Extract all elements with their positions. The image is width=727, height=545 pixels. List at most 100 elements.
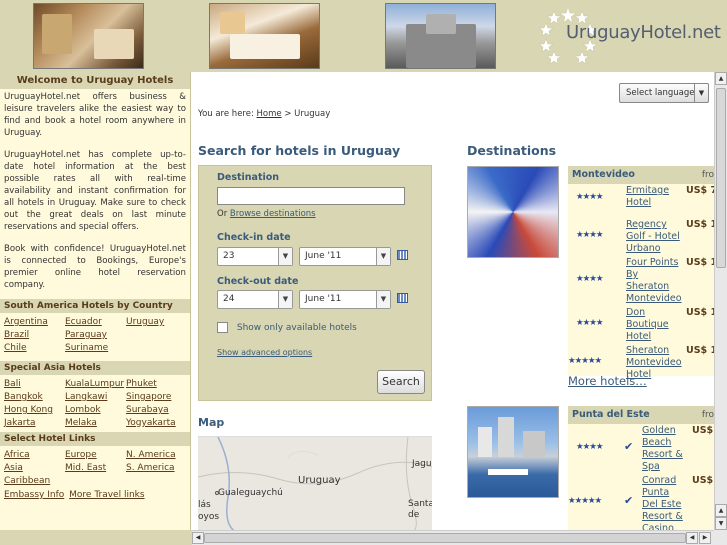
only-available-checkbox[interactable]: [217, 322, 228, 333]
country-link[interactable]: Argentina: [4, 316, 65, 328]
scrollbar-corner: [714, 530, 727, 545]
asia-link[interactable]: Surabaya: [126, 404, 187, 416]
asia-link[interactable]: Jakarta: [4, 417, 65, 429]
scroll-up-icon[interactable]: ▲: [715, 504, 727, 517]
hotel-price: US$: [692, 425, 714, 436]
region-link[interactable]: [126, 475, 187, 487]
scroll-down-icon[interactable]: ▼: [715, 517, 727, 530]
checkin-month-select[interactable]: June '11 ▼: [299, 247, 391, 266]
star-rating: ★★★★: [576, 274, 604, 284]
chevron-down-icon: ▼: [278, 291, 292, 308]
region-link[interactable]: Asia: [4, 462, 65, 474]
country-link[interactable]: [126, 342, 187, 354]
checkin-label: Check-in date: [217, 232, 291, 243]
site-logo[interactable]: UruguayHotel.net: [538, 5, 724, 65]
hotel-search-form: Destination Or Browse destinations Check…: [198, 165, 432, 401]
more-hotels-link[interactable]: More hotels…: [568, 374, 647, 388]
browse-destinations-link[interactable]: Browse destinations: [230, 209, 316, 219]
checkin-month-value: June '11: [305, 251, 342, 261]
asia-link[interactable]: Lombok: [65, 404, 126, 416]
destination-panel-punta-del-este: Punta del Este fro ★★★★ ✔ Golden Beach R…: [568, 406, 714, 530]
country-link[interactable]: Uruguay: [126, 316, 187, 328]
map-label-uruguay: Uruguay: [298, 475, 341, 486]
asia-link[interactable]: Phuket: [126, 378, 187, 390]
hotel-name-link[interactable]: Ermitage Hotel: [626, 185, 684, 209]
hotel-row: ★★★★ Don Boutique Hotel US$ 13: [568, 306, 714, 344]
punta-del-este-photo[interactable]: [467, 406, 559, 498]
region-link[interactable]: Europe: [65, 449, 126, 461]
montevideo-photo[interactable]: [467, 166, 559, 258]
hotel-price: US$ 7: [686, 185, 714, 196]
hotel-row: ★★★★ ✔ Golden Beach Resort & Spa US$: [568, 424, 714, 474]
hotel-price: US$ 12: [686, 219, 714, 230]
header-photo-bedroom: [209, 3, 320, 69]
scroll-up-icon[interactable]: ▲: [715, 72, 727, 85]
checkout-month-value: June '11: [305, 294, 342, 304]
hotel-name-link[interactable]: Golden Beach Resort & Spa: [642, 425, 686, 473]
embassy-info-link[interactable]: Embassy Info: [4, 490, 64, 500]
horizontal-scrollbar[interactable]: ◀ ◀ ▶: [192, 530, 714, 545]
asia-link[interactable]: Bali: [4, 378, 65, 390]
breadcrumb: You are here: Home > Uruguay: [198, 109, 330, 119]
calendar-icon[interactable]: [397, 293, 408, 303]
destination-name[interactable]: Montevideo: [572, 169, 635, 180]
hotel-name-link[interactable]: Conrad Punta Del Este Resort & Casino: [642, 475, 686, 530]
hotel-name-link[interactable]: Four Points By Sheraton Montevideo: [626, 257, 684, 305]
asia-link[interactable]: Hong Kong: [4, 404, 65, 416]
destination-header: Punta del Este fro: [568, 406, 714, 424]
asia-link[interactable]: Yogyakarta: [126, 417, 187, 429]
hotel-row: ★★★★★ ✔ Conrad Punta Del Este Resort & C…: [568, 474, 714, 530]
region-link[interactable]: Africa: [4, 449, 65, 461]
language-select[interactable]: Select language ▼: [619, 83, 709, 103]
scroll-right-icon[interactable]: ▶: [699, 532, 711, 544]
map[interactable]: Uruguay Gualeguaychú Jagu Santa de lás o…: [198, 436, 432, 530]
country-link[interactable]: Ecuador: [65, 316, 126, 328]
search-button[interactable]: Search: [377, 370, 425, 394]
hotel-name-link[interactable]: Regency Golf - Hotel Urbano: [626, 219, 684, 255]
hotel-price: US$ 19: [686, 345, 714, 356]
asia-link[interactable]: Singapore: [126, 391, 187, 403]
checkin-day-select[interactable]: 23 ▼: [217, 247, 293, 266]
breadcrumb-home-link[interactable]: Home: [257, 109, 282, 119]
region-link[interactable]: Mid. East: [65, 462, 126, 474]
country-link[interactable]: Chile: [4, 342, 65, 354]
region-link[interactable]: S. America: [126, 462, 187, 474]
region-link[interactable]: N. America: [126, 449, 187, 461]
map-city-marker: [215, 491, 219, 495]
site-header: UruguayHotel.net: [0, 0, 727, 72]
scroll-left-icon[interactable]: ◀: [192, 532, 204, 544]
south-america-section: South America Hotels by Country Argentin…: [0, 299, 190, 357]
scroll-left-icon[interactable]: ◀: [686, 532, 698, 544]
map-label-jagu: Jagu: [412, 459, 432, 469]
country-link[interactable]: [126, 329, 187, 341]
horizontal-scroll-thumb[interactable]: [204, 533, 686, 543]
country-link[interactable]: Paraguay: [65, 329, 126, 341]
header-photo-lobby: [33, 3, 144, 69]
asia-title: Special Asia Hotels: [0, 361, 190, 375]
hotel-name-link[interactable]: Don Boutique Hotel: [626, 307, 684, 343]
more-travel-links-link[interactable]: More Travel links: [69, 490, 144, 500]
country-link[interactable]: Brazil: [4, 329, 65, 341]
checkout-label: Check-out date: [217, 276, 299, 287]
destination-input[interactable]: [217, 187, 405, 205]
checkout-month-select[interactable]: June '11 ▼: [299, 290, 391, 309]
asia-link[interactable]: Melaka: [65, 417, 126, 429]
vertical-scroll-thumb[interactable]: [716, 88, 726, 268]
checkout-day-select[interactable]: 24 ▼: [217, 290, 293, 309]
asia-link[interactable]: Langkawi: [65, 391, 126, 403]
welcome-paragraph-1: UruguayHotel.net offers business & leisu…: [4, 92, 186, 138]
asia-link[interactable]: KualaLumpur: [65, 378, 126, 390]
destination-name[interactable]: Punta del Este: [572, 409, 650, 420]
map-label-santa: Santa: [408, 499, 432, 509]
chevron-down-icon: ▼: [376, 248, 390, 265]
select-links-title: Select Hotel Links: [0, 432, 190, 446]
calendar-icon[interactable]: [397, 250, 408, 260]
advanced-options-link[interactable]: Show advanced options: [217, 348, 312, 357]
select-links-section: Select Hotel Links Africa Europe N. Amer…: [0, 432, 190, 500]
country-link[interactable]: Suriname: [65, 342, 126, 354]
asia-link[interactable]: Bangkok: [4, 391, 65, 403]
region-link[interactable]: Caribbean: [4, 475, 65, 487]
language-select-label: Select language: [626, 88, 695, 98]
vertical-scrollbar[interactable]: ▲ ▲ ▼: [714, 72, 727, 530]
region-link[interactable]: [65, 475, 126, 487]
